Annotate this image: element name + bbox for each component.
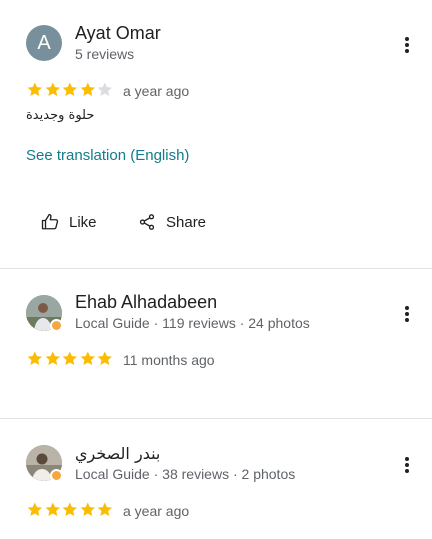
share-button[interactable]: Share (138, 213, 206, 231)
reviewer-meta: Local Guide · 38 reviews · 2 photos (75, 466, 296, 482)
star-rating (26, 501, 114, 518)
avatar[interactable]: A (26, 25, 62, 61)
more-options-icon[interactable] (398, 304, 416, 324)
see-translation-link[interactable]: See translation (English) (26, 147, 189, 164)
like-label: Like (69, 213, 97, 231)
star-filled-icon (45, 82, 60, 97)
thumbs-up-icon (41, 213, 59, 230)
star-filled-icon (62, 82, 78, 97)
review-item: A Ayat Omar 5 reviews a year ago حلوة وج… (0, 0, 432, 268)
star-filled-icon (27, 351, 42, 366)
review-text: حلوة وجديدة (26, 108, 95, 123)
star-filled-icon (97, 502, 113, 517)
star-filled-icon (97, 351, 113, 366)
star-filled-icon (27, 502, 42, 517)
like-button[interactable]: Like (41, 213, 97, 231)
more-options-icon[interactable] (398, 455, 416, 475)
reviewer-name[interactable]: Ehab Alhadabeen (75, 292, 217, 313)
review-date: 11 months ago (123, 352, 215, 368)
star-filled-icon (80, 82, 95, 97)
star-filled-icon (80, 502, 95, 517)
review-item: Ehab Alhadabeen Local Guide · 119 review… (0, 269, 432, 418)
local-guide-badge-icon (50, 469, 63, 482)
reviewer-name[interactable]: بندر الصخري (75, 444, 160, 463)
review-date: a year ago (123, 503, 190, 519)
star-filled-icon (80, 351, 95, 366)
star-rating (26, 350, 114, 367)
reviewer-name[interactable]: Ayat Omar (75, 23, 161, 44)
star-filled-icon (45, 502, 60, 517)
share-label: Share (166, 213, 207, 231)
share-icon (139, 214, 155, 230)
reviewer-meta: 5 reviews (75, 46, 135, 62)
star-filled-icon (27, 82, 42, 97)
star-filled-icon (62, 351, 78, 366)
star-filled-icon (62, 502, 78, 517)
star-filled-icon (45, 351, 60, 366)
star-empty-icon (97, 82, 113, 97)
review-item: بندر الصخري Local Guide · 38 reviews · 2… (0, 419, 432, 539)
reviewer-meta: Local Guide · 119 reviews · 24 photos (75, 315, 310, 331)
star-rating (26, 81, 114, 98)
local-guide-badge-icon (50, 319, 63, 332)
more-options-icon[interactable] (398, 35, 416, 55)
review-date: a year ago (123, 83, 190, 99)
